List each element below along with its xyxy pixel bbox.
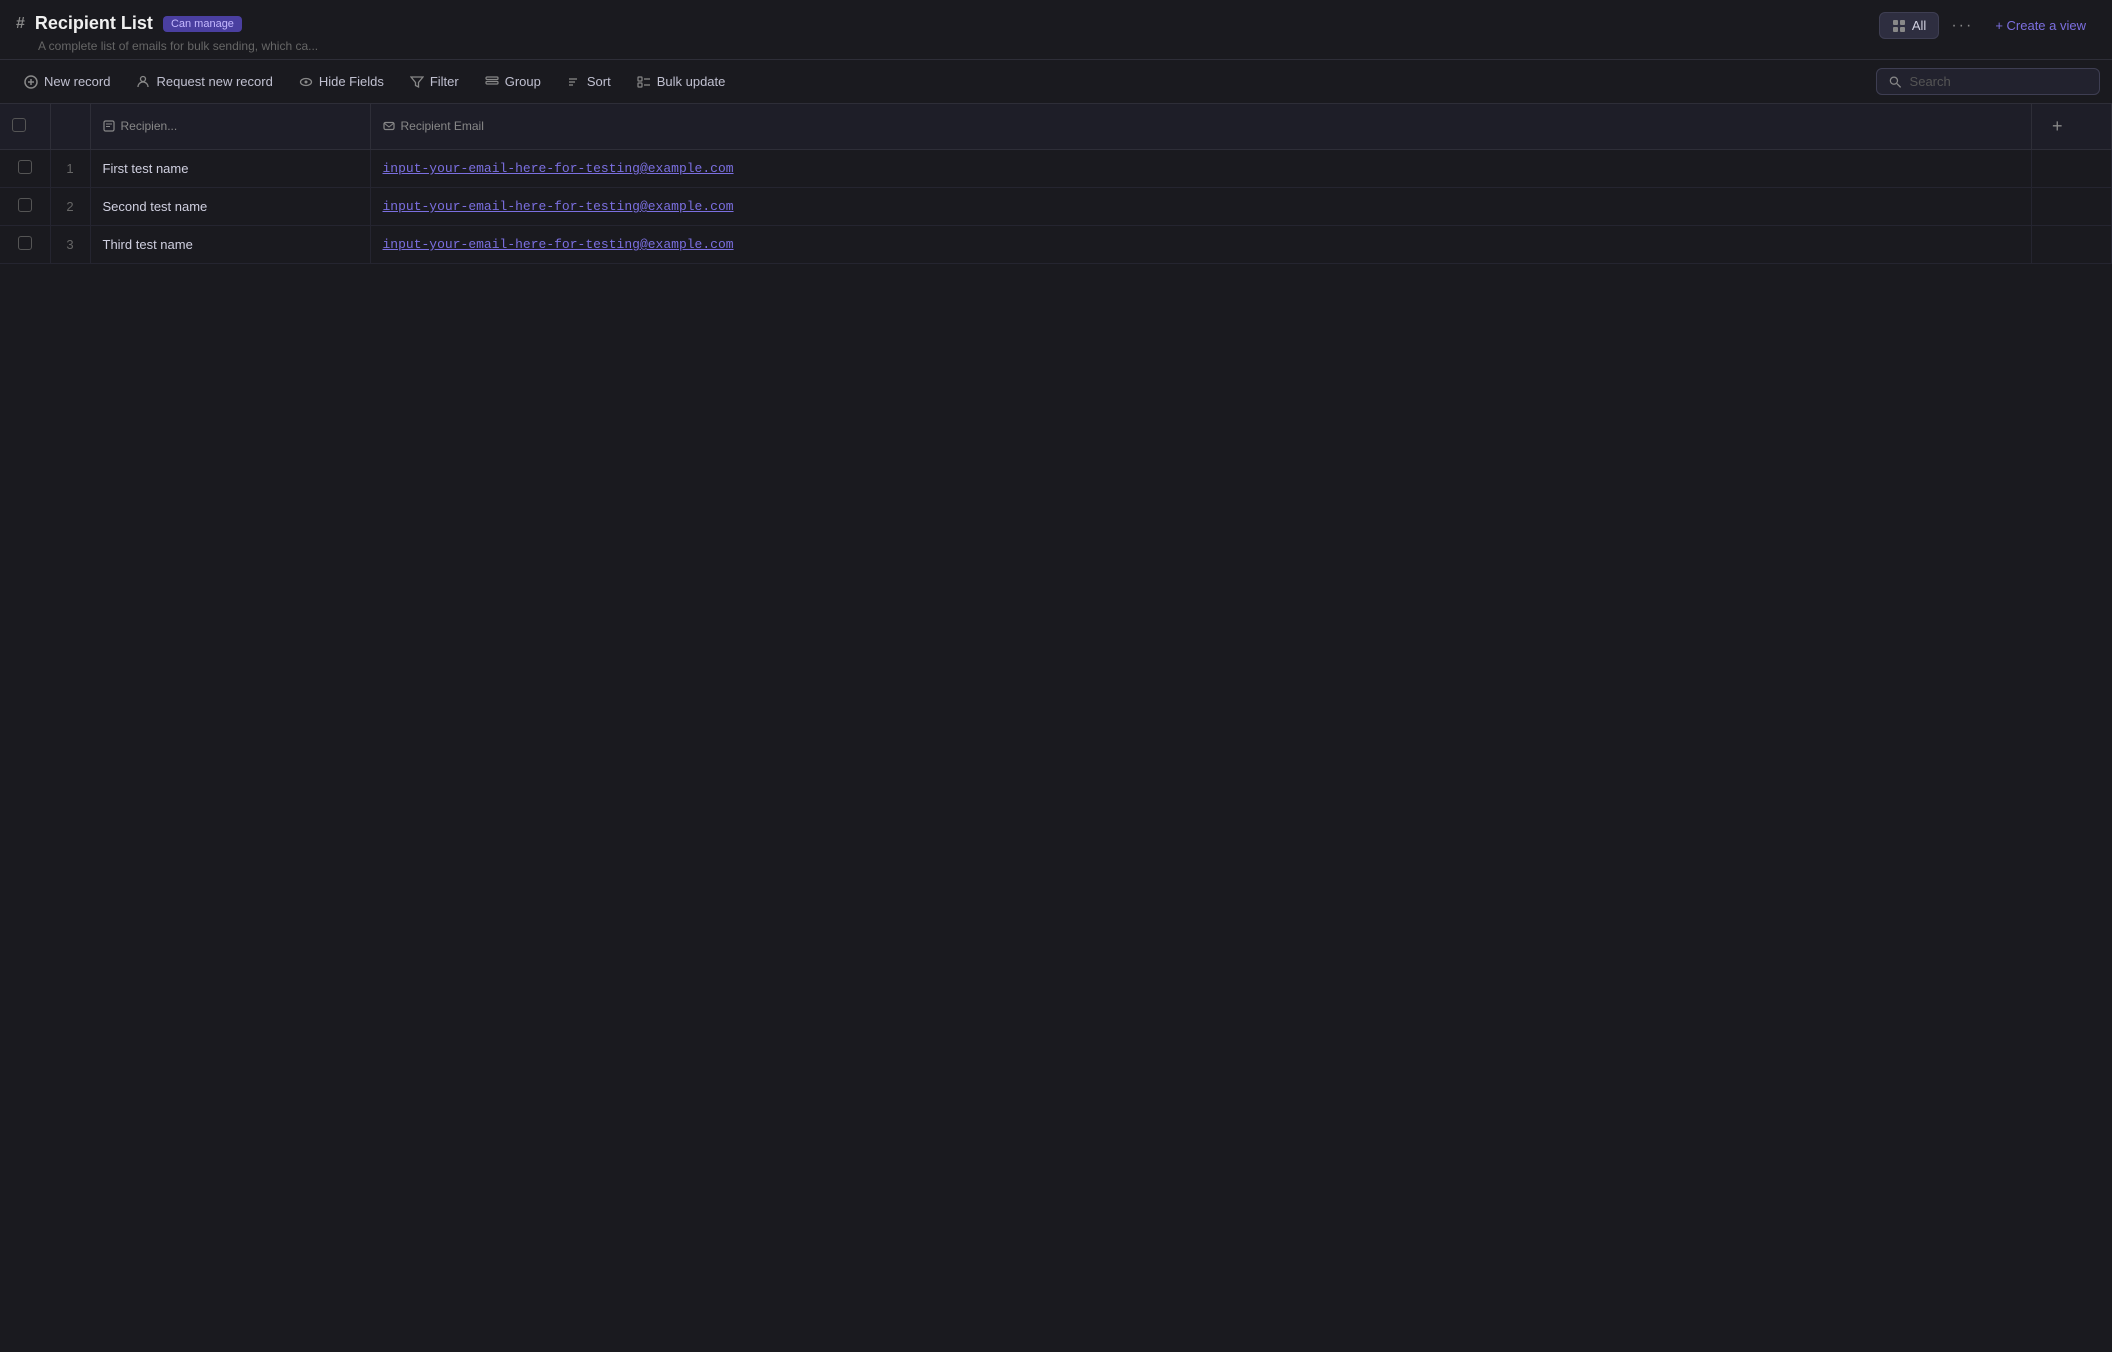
- row-checkbox-3[interactable]: [18, 236, 32, 250]
- row-number-3: 3: [50, 226, 90, 264]
- view-tabs: All ··· + Create a view: [1879, 12, 2096, 39]
- page-title: Recipient List: [35, 13, 153, 34]
- text-field-icon: [103, 120, 115, 132]
- row-checkbox-2[interactable]: [18, 198, 32, 212]
- row-email-3[interactable]: input-your-email-here-for-testing@exampl…: [370, 226, 2032, 264]
- sort-icon: [567, 75, 581, 89]
- th-recipient-email[interactable]: Recipient Email: [370, 104, 2032, 150]
- hide-fields-button[interactable]: Hide Fields: [287, 68, 396, 95]
- page-header: # Recipient List Can manage All ··· + Cr…: [0, 0, 2112, 60]
- bulk-update-icon: [637, 75, 651, 89]
- th-recipient-name[interactable]: Recipien...: [90, 104, 370, 150]
- search-input[interactable]: [1910, 74, 2087, 89]
- table-row: 1 First test name input-your-email-here-…: [0, 150, 2112, 188]
- data-table-container: Recipien... Recipient Email +: [0, 104, 2112, 264]
- sort-button[interactable]: Sort: [555, 68, 623, 95]
- filter-button[interactable]: Filter: [398, 68, 471, 95]
- row-email-2[interactable]: input-your-email-here-for-testing@exampl…: [370, 188, 2032, 226]
- row-checkbox-cell[interactable]: [0, 150, 50, 188]
- row-number-2: 2: [50, 188, 90, 226]
- bulk-update-button[interactable]: Bulk update: [625, 68, 738, 95]
- row-name-3[interactable]: Third test name: [90, 226, 370, 264]
- row-extra-1: [2032, 150, 2112, 188]
- row-name-2[interactable]: Second test name: [90, 188, 370, 226]
- add-column-button[interactable]: +: [2044, 114, 2071, 139]
- can-manage-badge: Can manage: [163, 16, 242, 32]
- search-box[interactable]: [1876, 68, 2100, 95]
- table-header-row: Recipien... Recipient Email +: [0, 104, 2112, 150]
- row-extra-2: [2032, 188, 2112, 226]
- th-row-num: [50, 104, 90, 150]
- grid-icon: [1892, 19, 1906, 33]
- request-new-record-button[interactable]: Request new record: [124, 68, 284, 95]
- page-subtitle: A complete list of emails for bulk sendi…: [38, 39, 2096, 53]
- row-name-1[interactable]: First test name: [90, 150, 370, 188]
- new-record-button[interactable]: New record: [12, 68, 122, 95]
- row-checkbox-cell[interactable]: [0, 188, 50, 226]
- plus-icon: [24, 75, 38, 89]
- row-checkbox-cell[interactable]: [0, 226, 50, 264]
- row-number-1: 1: [50, 150, 90, 188]
- group-icon: [485, 75, 499, 89]
- person-icon: [136, 75, 150, 89]
- th-select-all[interactable]: [0, 104, 50, 150]
- tab-all[interactable]: All: [1879, 12, 1939, 39]
- filter-icon: [410, 75, 424, 89]
- select-all-checkbox[interactable]: [12, 118, 26, 132]
- group-button[interactable]: Group: [473, 68, 553, 95]
- toolbar: New record Request new record Hide Field…: [0, 60, 2112, 104]
- hash-icon: #: [16, 15, 25, 33]
- row-email-1[interactable]: input-your-email-here-for-testing@exampl…: [370, 150, 2032, 188]
- search-icon: [1889, 75, 1902, 89]
- more-options-button[interactable]: ···: [1945, 13, 1979, 39]
- row-checkbox-1[interactable]: [18, 160, 32, 174]
- email-field-icon: [383, 120, 395, 132]
- create-view-button[interactable]: + Create a view: [1985, 13, 2096, 38]
- row-extra-3: [2032, 226, 2112, 264]
- th-add-column[interactable]: +: [2032, 104, 2112, 150]
- table-row: 3 Third test name input-your-email-here-…: [0, 226, 2112, 264]
- table-row: 2 Second test name input-your-email-here…: [0, 188, 2112, 226]
- data-table: Recipien... Recipient Email +: [0, 104, 2112, 264]
- eye-icon: [299, 75, 313, 89]
